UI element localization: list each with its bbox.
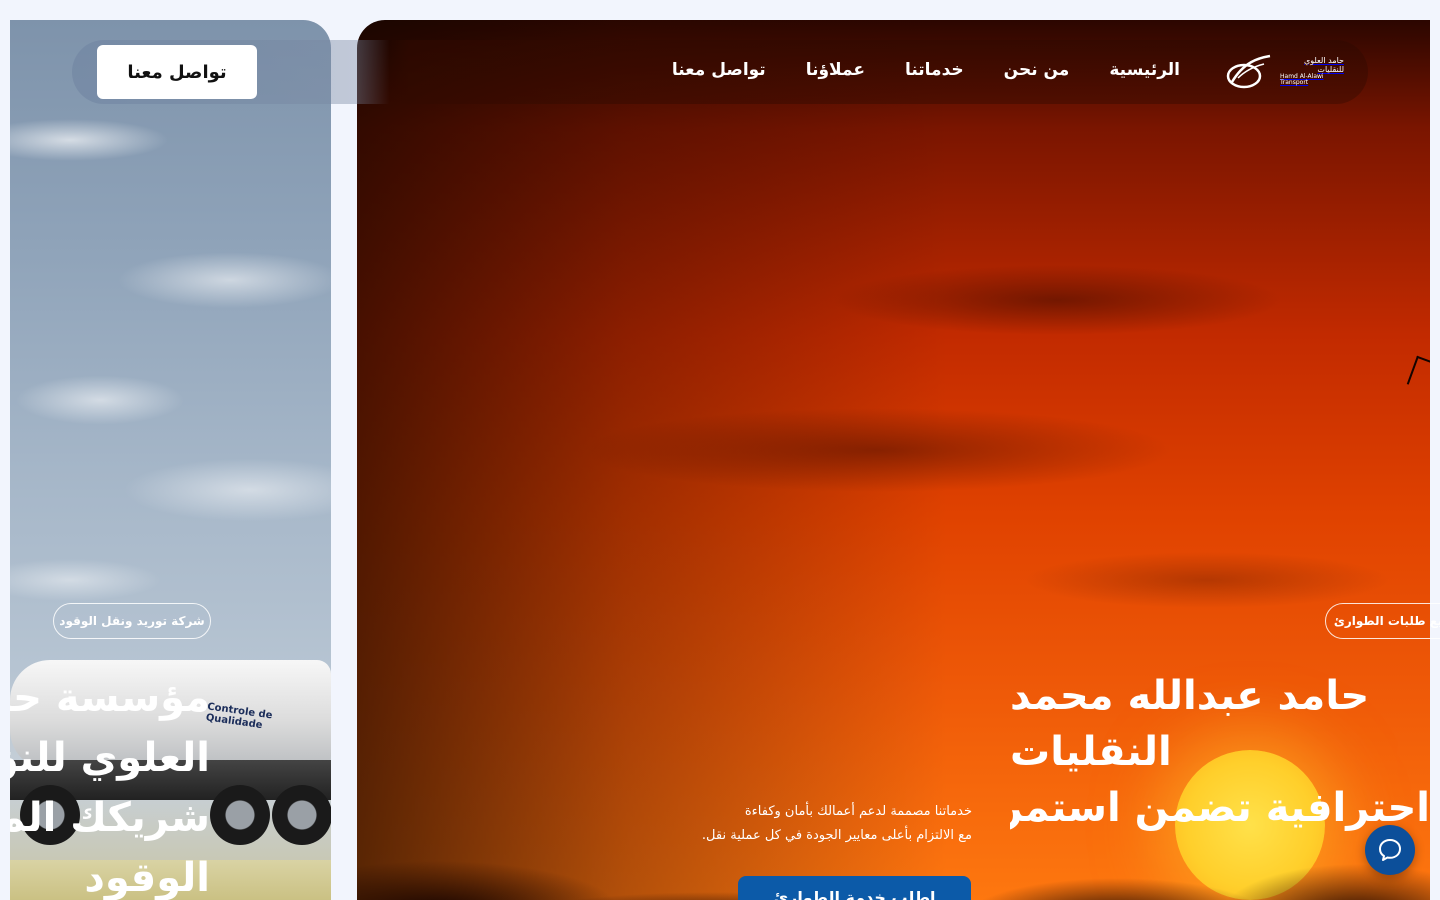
emergency-request-button[interactable]: اطلب خدمة الطوارئ	[738, 876, 971, 900]
hero-heading: حامد عبدالله محمد النقليات احترافية تضمن…	[1010, 668, 1430, 836]
heading-line: النقليات	[1010, 729, 1172, 775]
main-navigation: الرئيسية من نحن خدماتنا عملاؤنا تواصل مع…	[672, 60, 1180, 84]
tanker-wheel	[210, 785, 270, 845]
brand-name: حامد العلوي للنقليات Hamd Al-Alawi Trans…	[1280, 57, 1344, 86]
nav-item-contact[interactable]: تواصل معنا	[672, 60, 766, 84]
brand-name-english: Hamd Al-Alawi Transport	[1280, 73, 1324, 87]
heading-line: الوقود	[84, 855, 210, 900]
nav-item-home[interactable]: الرئيسية	[1109, 60, 1180, 84]
fuel-supply-heading: مؤسسة حا العلوي للنق شريكك الم الوقود	[10, 668, 210, 900]
heading-line: مؤسسة حا	[10, 675, 210, 721]
description-line: مع الالتزام بأعلى معايير الجودة في كل عم…	[701, 828, 972, 843]
nav-item-clients[interactable]: عملاؤنا	[806, 60, 865, 84]
brand-logo[interactable]: حامد العلوي للنقليات Hamd Al-Alawi Trans…	[1224, 50, 1344, 94]
emergency-badge: لجميع طلبات الطوارئ	[1325, 603, 1440, 639]
nav-item-services[interactable]: خدماتنا	[905, 60, 964, 84]
heading-line: شريكك الم	[10, 795, 210, 841]
chat-bubble-icon	[1379, 839, 1401, 861]
brand-name-arabic: حامد العلوي للنقليات	[1304, 56, 1344, 74]
description-line: خدماتنا مصممة لدعم أعمالك بأمان وكفاءة	[744, 804, 972, 819]
brand-logo-icon	[1226, 54, 1271, 89]
heading-line: احترافية تضمن استمرارية	[1010, 785, 1430, 831]
heading-line: حامد عبدالله محمد	[1010, 673, 1370, 719]
fuel-supply-badge: شركة توريد ونقل الوقود	[53, 603, 211, 639]
silhouette-antenna	[1406, 355, 1430, 395]
nav-item-about[interactable]: من نحن	[1004, 60, 1070, 84]
hero-description: خدماتنا مصممة لدعم أعمالك بأمان وكفاءة م…	[640, 800, 972, 848]
header-contact-button[interactable]: تواصل معنا	[97, 45, 257, 99]
chat-button[interactable]	[1365, 825, 1415, 875]
heading-line: العلوي للنق	[10, 735, 210, 781]
tanker-wheel	[272, 785, 331, 845]
